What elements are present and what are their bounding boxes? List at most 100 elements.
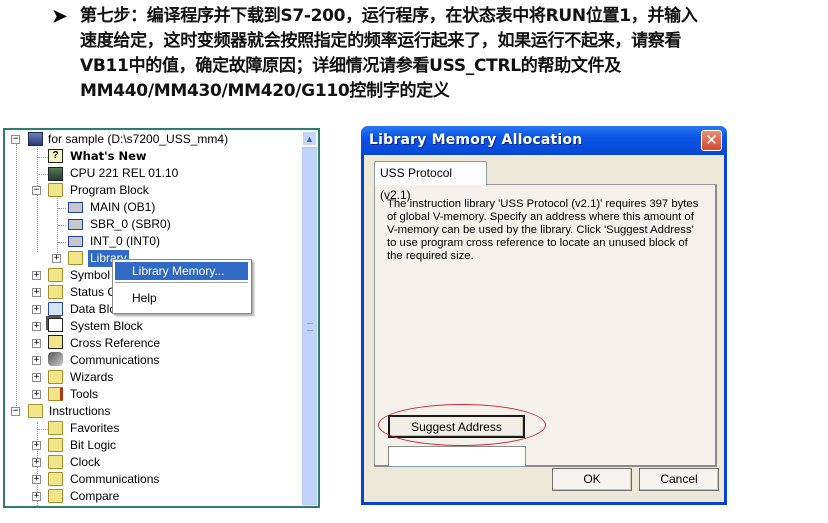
block-icon <box>68 236 83 247</box>
system-block-icon <box>48 318 63 332</box>
expand-icon[interactable]: + <box>32 339 41 348</box>
project-tree[interactable]: − for sample (D:\s7200_USS_mm4) ? What's… <box>3 128 320 508</box>
dialog-title: Library Memory Allocation <box>369 132 583 148</box>
tree-item-communications[interactable]: + Communications <box>32 352 232 369</box>
block-icon <box>68 219 83 230</box>
tree-item-tools[interactable]: + Tools <box>32 386 232 403</box>
expand-icon[interactable]: + <box>32 356 41 365</box>
dialog-title-bar[interactable]: Library Memory Allocation ✕ <box>361 126 727 155</box>
project-icon <box>28 132 43 146</box>
highlight-ellipse <box>378 404 546 446</box>
tree-item-compare[interactable]: + Compare <box>32 488 232 505</box>
tree-item-label: MAIN (OB1) <box>90 200 156 214</box>
cpu-icon <box>48 167 63 181</box>
tree-item-main[interactable]: MAIN (OB1) <box>52 199 252 216</box>
wizard-folder-icon <box>48 370 63 384</box>
tree-item-comm-instructions[interactable]: + Communications <box>32 471 232 488</box>
folder-icon <box>48 268 63 282</box>
expand-icon[interactable]: + <box>32 390 41 399</box>
expand-icon[interactable]: + <box>32 475 41 484</box>
collapse-icon[interactable]: − <box>32 186 41 195</box>
collapse-icon[interactable]: − <box>11 135 20 144</box>
tree-item-label: What's New <box>70 149 147 163</box>
tree-item-bit-logic[interactable]: + Bit Logic <box>32 437 232 454</box>
instruction-line-3: VB11中的值，确定故障原因；详细情况请参看USS_CTRL的帮助文件及 <box>80 56 621 76</box>
address-input[interactable] <box>388 446 526 467</box>
tree-item-sbr0[interactable]: SBR_0 (SBR0) <box>52 216 252 233</box>
expand-icon[interactable]: + <box>52 254 61 263</box>
tree-item-int0[interactable]: INT_0 (INT0) <box>52 233 252 250</box>
expand-icon[interactable]: + <box>32 288 41 297</box>
menu-item-library-memory[interactable]: Library Memory... <box>115 262 248 280</box>
tree-guide-line <box>38 429 48 430</box>
instruction-line-1: 第七步：编译程序并下载到S7-200，运行程序，在状态表中将RUN位置1，并输入 <box>80 6 698 26</box>
communications-icon <box>48 352 63 366</box>
expand-icon[interactable]: + <box>32 458 41 467</box>
tree-item-label: CPU 221 REL 01.10 <box>70 166 179 180</box>
expand-icon[interactable]: + <box>32 322 41 331</box>
tree-item-whats-new[interactable]: ? What's New <box>32 148 232 165</box>
bit-logic-folder-icon <box>48 438 63 452</box>
tree-guide-line <box>38 157 48 158</box>
tree-item-cpu[interactable]: CPU 221 REL 01.10 <box>32 165 232 182</box>
tree-guide-line <box>58 208 66 209</box>
tree-item-project[interactable]: − for sample (D:\s7200_USS_mm4) <box>11 131 291 148</box>
tools-folder-icon <box>48 387 63 401</box>
tree-item-label: Program Block <box>70 183 149 197</box>
close-icon[interactable]: ✕ <box>701 130 722 151</box>
instruction-text: ➤ 第七步：编译程序并下载到S7-200，运行程序，在状态表中将RUN位置1，并… <box>52 4 820 104</box>
tree-item-program-block[interactable]: − Program Block <box>32 182 232 199</box>
tree-item-label: INT_0 (INT0) <box>90 234 161 248</box>
tree-item-label: Cross Reference <box>70 336 161 350</box>
tree-item-label: Communications <box>70 472 160 486</box>
tree-item-instructions[interactable]: − Instructions <box>11 403 211 420</box>
folder-icon <box>48 285 63 299</box>
expand-icon[interactable]: + <box>32 373 41 382</box>
ok-button[interactable]: OK <box>552 468 632 491</box>
tree-guide-line <box>58 242 66 243</box>
library-folder-icon <box>68 251 83 265</box>
tree-item-label: System Block <box>70 319 143 333</box>
tree-item-label: for sample (D:\s7200_USS_mm4) <box>48 132 229 146</box>
cross-reference-icon <box>48 335 63 349</box>
arrow-bullet-icon: ➤ <box>52 6 68 26</box>
block-icon <box>68 202 83 213</box>
menu-item-help[interactable]: Help <box>115 289 248 307</box>
tree-guide-line <box>38 174 48 175</box>
program-block-folder-icon <box>48 183 63 197</box>
tree-item-cross-reference[interactable]: + Cross Reference <box>32 335 232 352</box>
tree-item-label: Tools <box>70 387 99 401</box>
tree-guide-line <box>58 225 66 226</box>
expand-icon[interactable]: + <box>32 441 41 450</box>
favorites-folder-icon <box>48 421 63 435</box>
expand-icon[interactable]: + <box>32 305 41 314</box>
scroll-up-icon[interactable]: ▲ <box>302 131 317 146</box>
instruction-line-4: MM440/MM430/MM420/G110控制字的定义 <box>80 81 450 101</box>
vertical-scrollbar[interactable]: ▲ <box>301 130 318 506</box>
help-icon: ? <box>48 149 63 163</box>
folder-icon <box>48 302 63 316</box>
tree-item-system-block[interactable]: + System Block <box>32 318 232 335</box>
expand-icon[interactable]: + <box>32 492 41 501</box>
tree-item-label: SBR_0 (SBR0) <box>90 217 171 231</box>
cancel-button[interactable]: Cancel <box>639 468 719 491</box>
tree-item-label: Wizards <box>70 370 114 384</box>
tree-item-clock[interactable]: + Clock <box>32 454 232 471</box>
tree-item-favorites[interactable]: Favorites <box>32 420 232 437</box>
library-memory-dialog: Library Memory Allocation ✕ USS Protocol… <box>361 126 727 505</box>
clock-folder-icon <box>48 455 63 469</box>
menu-separator <box>115 282 248 283</box>
tab-panel: The instruction library 'USS Protocol (v… <box>374 184 717 467</box>
collapse-icon[interactable]: − <box>11 407 20 416</box>
tree-item-label: Favorites <box>70 421 120 435</box>
description-text: The instruction library 'USS Protocol (v… <box>387 198 699 262</box>
tree-item-wizards[interactable]: + Wizards <box>32 369 232 386</box>
tab-uss-protocol[interactable]: USS Protocol (v2.1) <box>374 161 487 202</box>
instruction-line-2: 速度给定，这时变频器就会按照指定的频率运行起来了，如果运行不起来，请察看 <box>80 31 682 51</box>
tree-item-label: Instructions <box>49 404 111 418</box>
tree-item-label: Bit Logic <box>70 438 117 452</box>
instructions-folder-icon <box>28 404 43 418</box>
expand-icon[interactable]: + <box>32 271 41 280</box>
scrollbar-thumb[interactable] <box>302 147 317 505</box>
tree-item-label: Communications <box>70 353 160 367</box>
